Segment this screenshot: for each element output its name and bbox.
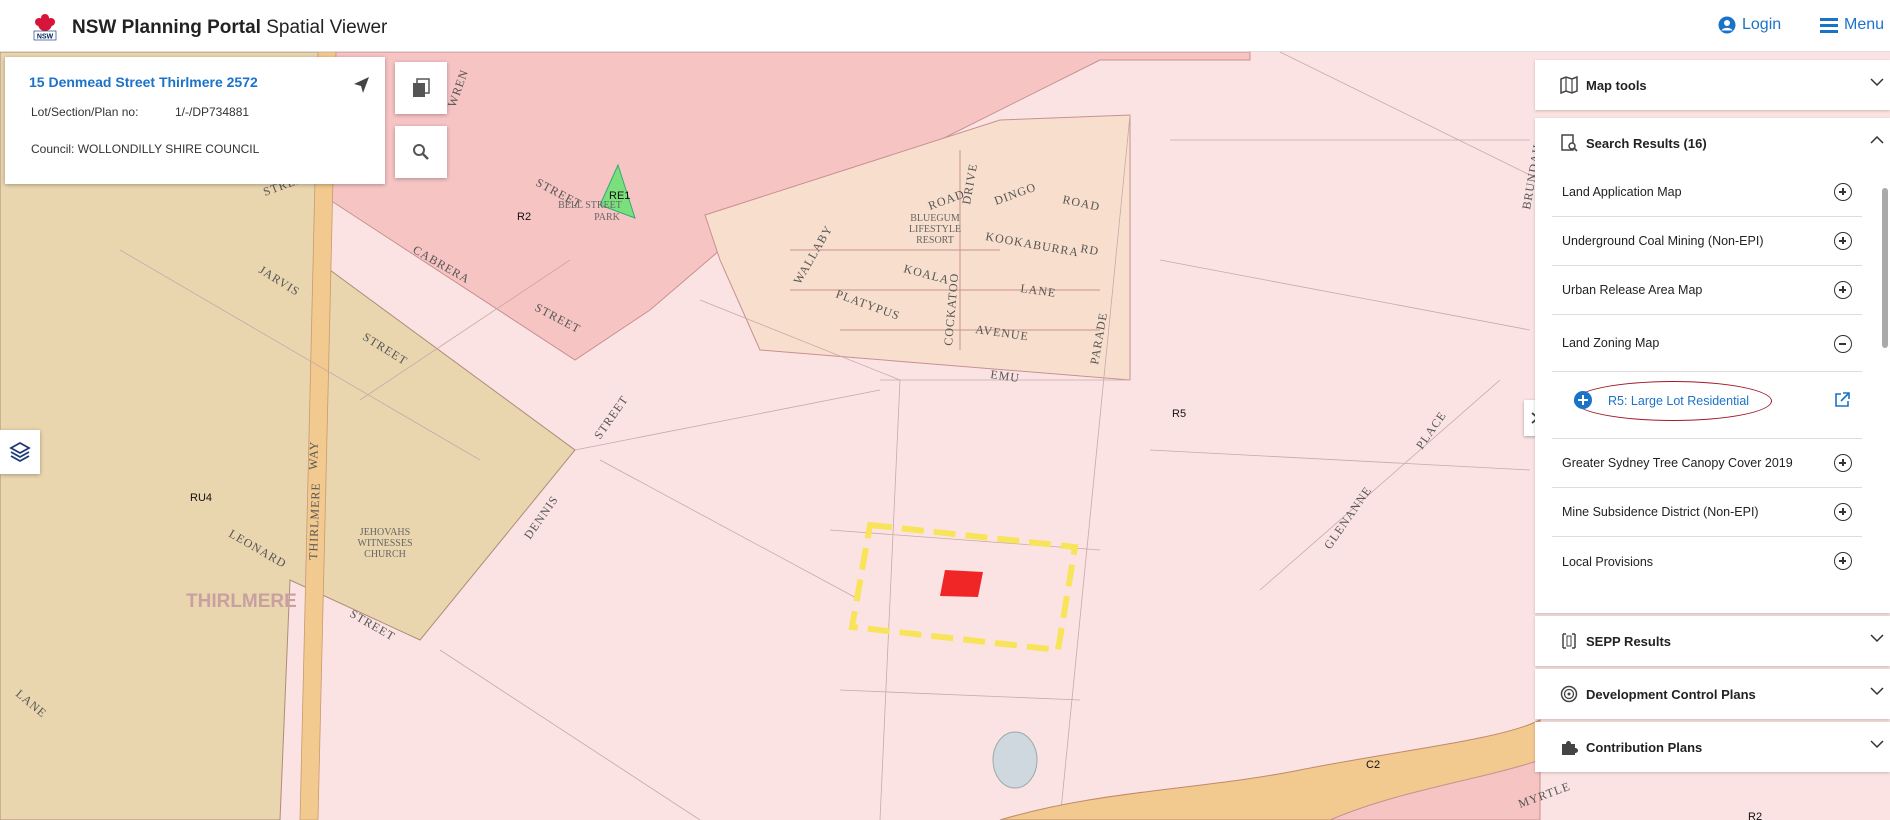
- layers-icon: [9, 441, 31, 463]
- park-name: BELL STREET: [558, 200, 622, 211]
- list-item[interactable]: Mine Subsidence District (Non-EPI): [1552, 488, 1862, 537]
- list-item[interactable]: Greater Sydney Tree Canopy Cover 2019: [1552, 439, 1862, 488]
- expand-plus-icon[interactable]: [1834, 281, 1852, 299]
- document-search-icon: [1561, 134, 1578, 152]
- property-address[interactable]: 15 Denmead Street Thirlmere 2572: [29, 74, 258, 90]
- hamburger-icon: [1820, 18, 1838, 33]
- expand-plus-icon[interactable]: [1834, 454, 1852, 472]
- chevron-down-icon: [1870, 78, 1884, 87]
- navigate-arrow-icon[interactable]: [352, 76, 370, 94]
- top-header: NSW NSW Planning Portal Spatial Viewer L…: [0, 0, 1890, 52]
- church-name: CHURCH: [364, 549, 406, 560]
- resort-name: RESORT: [916, 235, 954, 246]
- zoom-search-button[interactable]: [395, 126, 447, 178]
- zone-label-c2: C2: [1366, 759, 1380, 771]
- expand-plus-icon[interactable]: [1834, 503, 1852, 521]
- street-label: THIRLMERE: [306, 482, 323, 560]
- search-results-section: Search Results (16) Land Application Map…: [1535, 118, 1890, 613]
- zone-result-item[interactable]: R5: Large Lot Residential: [1552, 372, 1862, 439]
- menu-button[interactable]: Menu: [1820, 16, 1884, 34]
- zone-label-r2: R2: [517, 211, 531, 223]
- sepp-icon: [1562, 633, 1576, 649]
- zone-label-r5: R5: [1172, 408, 1186, 420]
- search-results-header[interactable]: Search Results (16): [1535, 118, 1890, 168]
- street-label: WAY: [306, 440, 321, 470]
- login-button[interactable]: Login: [1718, 16, 1781, 34]
- list-item-land-zoning[interactable]: Land Zoning Map: [1552, 315, 1862, 372]
- chevron-down-icon: [1870, 740, 1884, 749]
- church-name: JEHOVAHS: [360, 527, 410, 538]
- spiral-icon: [1560, 685, 1578, 703]
- map-icon: [1560, 76, 1578, 94]
- copy-icon: [413, 78, 430, 97]
- chevron-up-icon: [1870, 135, 1884, 144]
- sepp-results-section: SEPP Results: [1535, 616, 1890, 666]
- development-control-section: Development Control Plans: [1535, 669, 1890, 719]
- chevron-down-icon: [1870, 634, 1884, 643]
- zone-name-link[interactable]: R5: Large Lot Residential: [1608, 394, 1749, 408]
- collapse-minus-icon[interactable]: [1834, 335, 1852, 353]
- search-results-list: Land Application Map Underground Coal Mi…: [1552, 168, 1862, 586]
- copy-button[interactable]: [395, 62, 447, 114]
- external-link-icon[interactable]: [1834, 392, 1850, 408]
- zone-label-r2-south: R2: [1748, 811, 1762, 820]
- contribution-plans-section: Contribution Plans: [1535, 722, 1890, 772]
- search-icon: [413, 144, 429, 160]
- list-item[interactable]: Local Provisions: [1552, 537, 1862, 586]
- expand-plus-icon[interactable]: [1834, 552, 1852, 570]
- map-tools-section: Map tools: [1535, 60, 1890, 110]
- expand-plus-icon[interactable]: [1834, 232, 1852, 250]
- resort-name: LIFESTYLE: [909, 224, 961, 235]
- list-item[interactable]: Land Application Map: [1552, 168, 1862, 217]
- council-info: Council: WOLLONDILLY SHIRE COUNCIL: [31, 142, 260, 156]
- contribution-plans-header[interactable]: Contribution Plans: [1535, 722, 1890, 772]
- zone-label-ru4: RU4: [190, 492, 212, 504]
- svg-text:NSW: NSW: [37, 34, 54, 41]
- nsw-logo-icon: NSW: [33, 14, 57, 41]
- add-layer-icon[interactable]: [1574, 391, 1592, 409]
- list-item[interactable]: Urban Release Area Map: [1552, 266, 1862, 315]
- page-title: NSW Planning Portal Spatial Viewer: [72, 17, 388, 38]
- expand-plus-icon[interactable]: [1834, 183, 1852, 201]
- scrollbar-thumb[interactable]: [1882, 188, 1888, 348]
- development-control-header[interactable]: Development Control Plans: [1535, 669, 1890, 719]
- property-info-card: 15 Denmead Street Thirlmere 2572 Lot/Sec…: [5, 57, 385, 184]
- list-item[interactable]: Underground Coal Mining (Non-EPI): [1552, 217, 1862, 266]
- puzzle-icon: [1562, 741, 1578, 755]
- layers-button[interactable]: [0, 430, 40, 474]
- map-tools-header[interactable]: Map tools: [1535, 60, 1890, 110]
- user-icon: [1718, 16, 1736, 34]
- chevron-down-icon: [1870, 687, 1884, 696]
- place-name-thirlmere: THIRLMERE: [186, 591, 297, 612]
- results-scrollbar[interactable]: [1880, 170, 1890, 570]
- resort-name: BLUEGUM: [910, 213, 960, 224]
- app: NSW NSW Planning Portal Spatial Viewer L…: [0, 0, 1890, 820]
- park-name: PARK: [594, 212, 621, 223]
- sepp-results-header[interactable]: SEPP Results: [1535, 616, 1890, 666]
- church-name: WITNESSES: [358, 538, 413, 549]
- lot-section-plan: Lot/Section/Plan no: 1/-/DP734881: [31, 105, 250, 119]
